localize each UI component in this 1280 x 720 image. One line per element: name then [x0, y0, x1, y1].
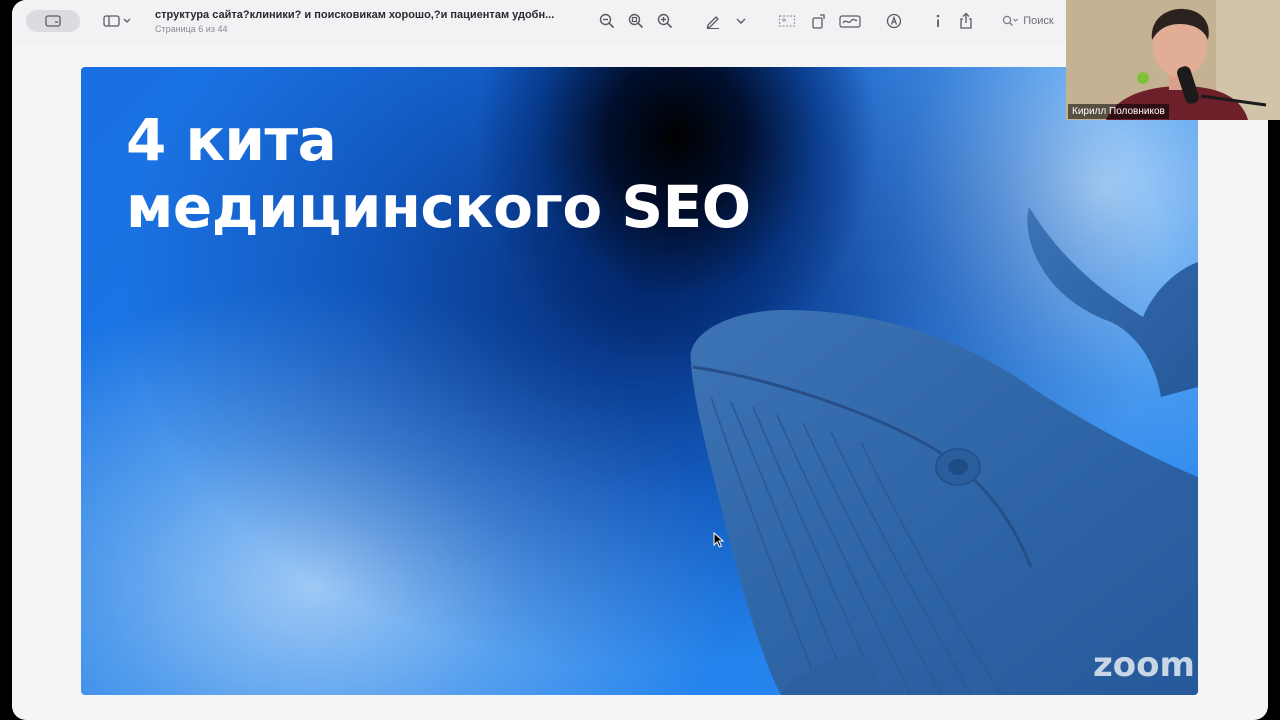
zoom-in-button[interactable]: [655, 10, 675, 32]
chevron-down-icon: [736, 18, 746, 24]
search-icon: [1003, 15, 1019, 26]
annotate-button[interactable]: [884, 10, 904, 32]
rotate-icon: [812, 14, 825, 29]
crop-button[interactable]: [777, 10, 797, 32]
markup-button[interactable]: [701, 10, 725, 32]
zoom-out-icon: [599, 13, 615, 29]
zoom-fit-icon: [628, 13, 644, 29]
crop-icon: [778, 15, 796, 27]
search-field[interactable]: Поиск: [996, 10, 1060, 32]
sidebar-toggle-button[interactable]: [26, 10, 80, 32]
slide-page: 4 кита медицинского SEO: [81, 67, 1198, 695]
share-icon: [960, 12, 972, 29]
page-indicator: Страница 6 из 44: [155, 24, 228, 34]
participant-name: Кирилл Половников: [1068, 104, 1169, 119]
participant-avatar: [1066, 0, 1280, 120]
share-button[interactable]: [956, 10, 976, 32]
signature-icon: [839, 15, 861, 28]
participant-video[interactable]: Кирилл Половников: [1066, 0, 1280, 120]
view-menu-icon: [103, 15, 131, 27]
view-menu-button[interactable]: [100, 10, 136, 32]
rotate-button[interactable]: [809, 10, 829, 32]
whale-illustration: [690, 207, 1198, 695]
zoom-out-button[interactable]: [597, 10, 617, 32]
markup-pen-icon: [706, 16, 719, 29]
search-placeholder: Поиск: [1023, 15, 1054, 27]
zoom-fit-button[interactable]: [626, 10, 646, 32]
markup-options-button[interactable]: [732, 10, 750, 32]
sidebar-icon: [45, 15, 61, 27]
zoom-in-icon: [657, 13, 673, 29]
info-button[interactable]: [928, 10, 948, 32]
mouse-cursor-icon: [713, 532, 725, 548]
zoom-watermark: zoom: [1093, 645, 1195, 685]
document-title: структура сайта?клиники? и поисковикам х…: [155, 9, 555, 21]
annotate-icon: [886, 13, 902, 29]
info-icon: [936, 14, 940, 27]
sign-button[interactable]: [838, 10, 862, 32]
